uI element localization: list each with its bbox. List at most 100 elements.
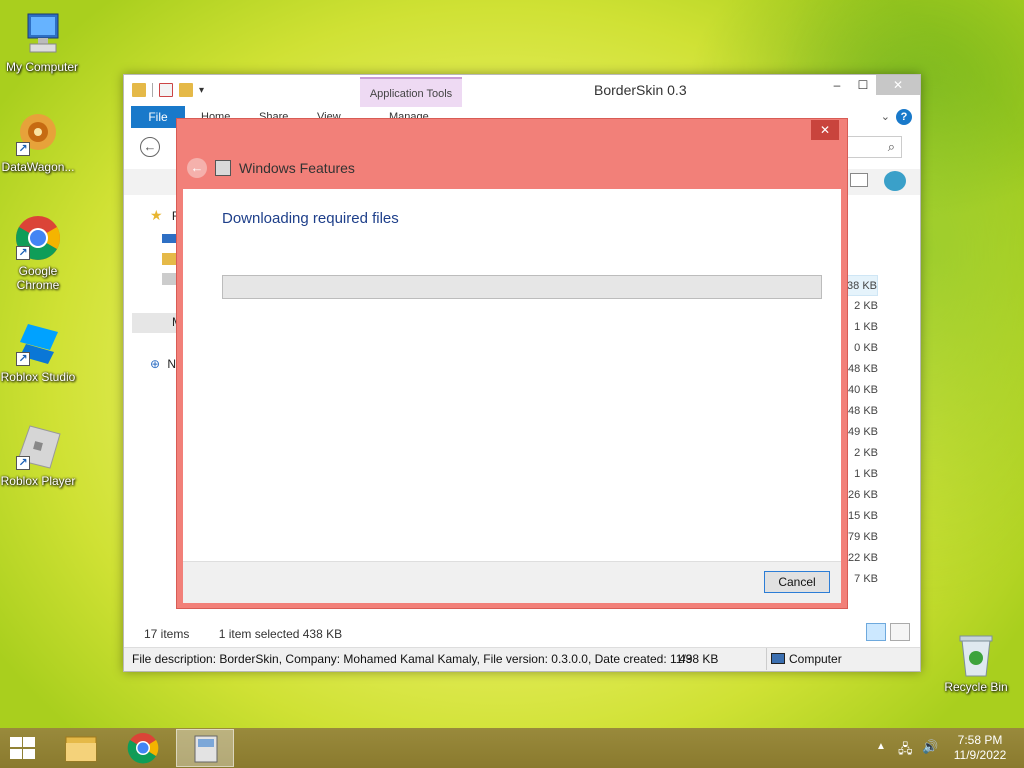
downloads-nav-icon[interactable] (162, 253, 176, 265)
file-size-cell[interactable]: 2 KB (846, 296, 878, 317)
computer-icon (771, 653, 785, 664)
start-button[interactable] (8, 736, 38, 760)
desktop-nav-icon[interactable] (162, 234, 176, 243)
dialog-body: Downloading required files (183, 189, 841, 561)
file-size-cell[interactable]: 15 KB (846, 506, 878, 527)
file-size-cell[interactable]: 48 KB (846, 401, 878, 422)
windows-logo-icon (10, 737, 22, 747)
search-icon: ⌕ (887, 139, 895, 154)
desktop-icon-datawagon[interactable]: ↗ DataWagon... (0, 110, 80, 174)
dialog-footer: Cancel (183, 561, 841, 603)
download-progress-bar (222, 275, 822, 299)
shell-icon[interactable] (884, 171, 906, 191)
volume-icon[interactable]: 🔊 (922, 739, 938, 755)
details-view-button[interactable] (866, 623, 886, 641)
nav-item-favorites[interactable]: ★ F (150, 207, 179, 224)
taskbar-windows-features[interactable] (176, 729, 234, 767)
file-size-cell[interactable]: 79 KB (846, 527, 878, 548)
quick-access-toolbar: ▾ (132, 83, 204, 97)
roblox-studio-icon: ↗ (14, 320, 62, 368)
taskbar: ▲ 🖧 🔊 7:58 PM 11/9/2022 (0, 728, 1024, 768)
minimize-button[interactable]: – (824, 75, 850, 95)
datawagon-icon: ↗ (14, 110, 62, 158)
folder-icon[interactable] (132, 83, 146, 97)
file-size-cell[interactable]: 40 KB (846, 380, 878, 401)
dialog-close-button[interactable]: ✕ (811, 120, 839, 140)
desktop-icon-google-chrome[interactable]: ↗ Google Chrome (0, 214, 80, 292)
location: Computer (766, 648, 842, 670)
file-size-cell[interactable]: 0 KB (846, 338, 878, 359)
file-size-cell[interactable]: 26 KB (846, 485, 878, 506)
file-size-cell[interactable]: 1 KB (846, 464, 878, 485)
back-arrow-icon[interactable]: ← (187, 158, 207, 178)
desktop-icon-label: Recycle Bin (944, 680, 1008, 694)
file-size-cell[interactable]: 1 KB (846, 317, 878, 338)
chevron-down-icon[interactable]: ▾ (199, 85, 204, 96)
properties-icon[interactable] (159, 83, 173, 97)
desktop-icon-label: My Computer (5, 60, 79, 74)
star-icon: ★ (150, 207, 163, 223)
file-size-cell[interactable]: 2 KB (846, 443, 878, 464)
clock-time: 7:58 PM (957, 733, 1003, 747)
window-controls: – ☐ ✕ (824, 75, 920, 95)
new-folder-icon[interactable] (179, 83, 193, 97)
cancel-button[interactable]: Cancel (764, 571, 830, 593)
maximize-button[interactable]: ☐ (850, 75, 876, 95)
back-button[interactable]: ← (140, 137, 160, 157)
window-title: BorderSkin 0.3 (594, 82, 687, 98)
application-tools-tab[interactable]: Application Tools (360, 77, 462, 107)
file-size-cell[interactable]: 48 KB (846, 359, 878, 380)
desktop-icon-roblox-player[interactable]: ↗ Roblox Player (0, 424, 80, 488)
close-button[interactable]: ✕ (876, 75, 920, 95)
taskbar-chrome[interactable] (114, 729, 172, 767)
chrome-icon (127, 733, 159, 764)
dialog-title: Windows Features (239, 160, 355, 176)
desktop-icon-roblox-studio[interactable]: ↗ Roblox Studio (0, 320, 80, 384)
location-label: Computer (789, 652, 842, 666)
file-size-cell[interactable]: 22 KB (846, 548, 878, 569)
roblox-player-icon: ↗ (14, 424, 62, 472)
view-options-icon[interactable] (850, 173, 868, 187)
windows-features-icon (215, 160, 231, 176)
network-icon: ⊕ (150, 357, 161, 371)
nav-item-computer[interactable]: M (132, 313, 182, 333)
large-icons-view-button[interactable] (890, 623, 910, 641)
nav-item-network[interactable]: ⊕ N (150, 357, 176, 371)
file-size-cell[interactable]: 7 KB (846, 569, 878, 590)
windows-logo-icon-pane (23, 737, 35, 747)
recent-nav-icon[interactable] (162, 273, 176, 285)
selection-info: 1 item selected 438 KB (218, 627, 343, 641)
desktop-icon-recycle-bin[interactable]: Recycle Bin (934, 632, 1018, 694)
computer-icon (18, 10, 66, 58)
windows-logo-icon-pane (23, 749, 35, 759)
explorer-titlebar: ▾ Application Tools BorderSkin 0.3 – ☐ ✕ (124, 75, 920, 107)
shortcut-arrow-icon: ↗ (16, 456, 30, 470)
taskbar-file-explorer[interactable] (52, 729, 110, 767)
desktop-icon-label: Google Chrome (16, 264, 60, 292)
search-box[interactable]: ⌕ (842, 136, 902, 158)
chrome-icon: ↗ (14, 214, 62, 262)
chevron-down-icon[interactable]: ⌄ (881, 110, 890, 123)
shortcut-arrow-icon: ↗ (16, 246, 30, 260)
file-size: 438 KB (679, 652, 719, 666)
help-icon[interactable]: ? (896, 109, 912, 125)
shortcut-arrow-icon: ↗ (16, 142, 30, 156)
recycle-bin-icon (956, 632, 996, 678)
network-icon[interactable]: 🖧 (898, 740, 913, 762)
file-size-cell[interactable]: 49 KB (846, 422, 878, 443)
view-buttons (866, 623, 910, 641)
folder-icon (65, 736, 97, 762)
desktop-icon-my-computer[interactable]: My Computer (0, 10, 84, 74)
clock[interactable]: 7:58 PM 11/9/2022 (945, 733, 1015, 763)
desktop-icon-label: Roblox Studio (0, 370, 76, 384)
dialog-heading: Downloading required files (222, 210, 399, 227)
nav-item-label: N (167, 357, 177, 371)
item-count: 17 items (144, 627, 190, 641)
file-description: File description: BorderSkin, Company: M… (132, 652, 693, 666)
desktop-icon-label: DataWagon... (1, 160, 75, 174)
desktop-icon-label: Roblox Player (0, 474, 76, 488)
file-size-cell[interactable]: 38 KB (846, 275, 878, 296)
show-hidden-icons[interactable]: ▲ (876, 741, 886, 752)
shortcut-arrow-icon: ↗ (16, 352, 30, 366)
dialog-header: ← Windows Features (187, 155, 355, 181)
